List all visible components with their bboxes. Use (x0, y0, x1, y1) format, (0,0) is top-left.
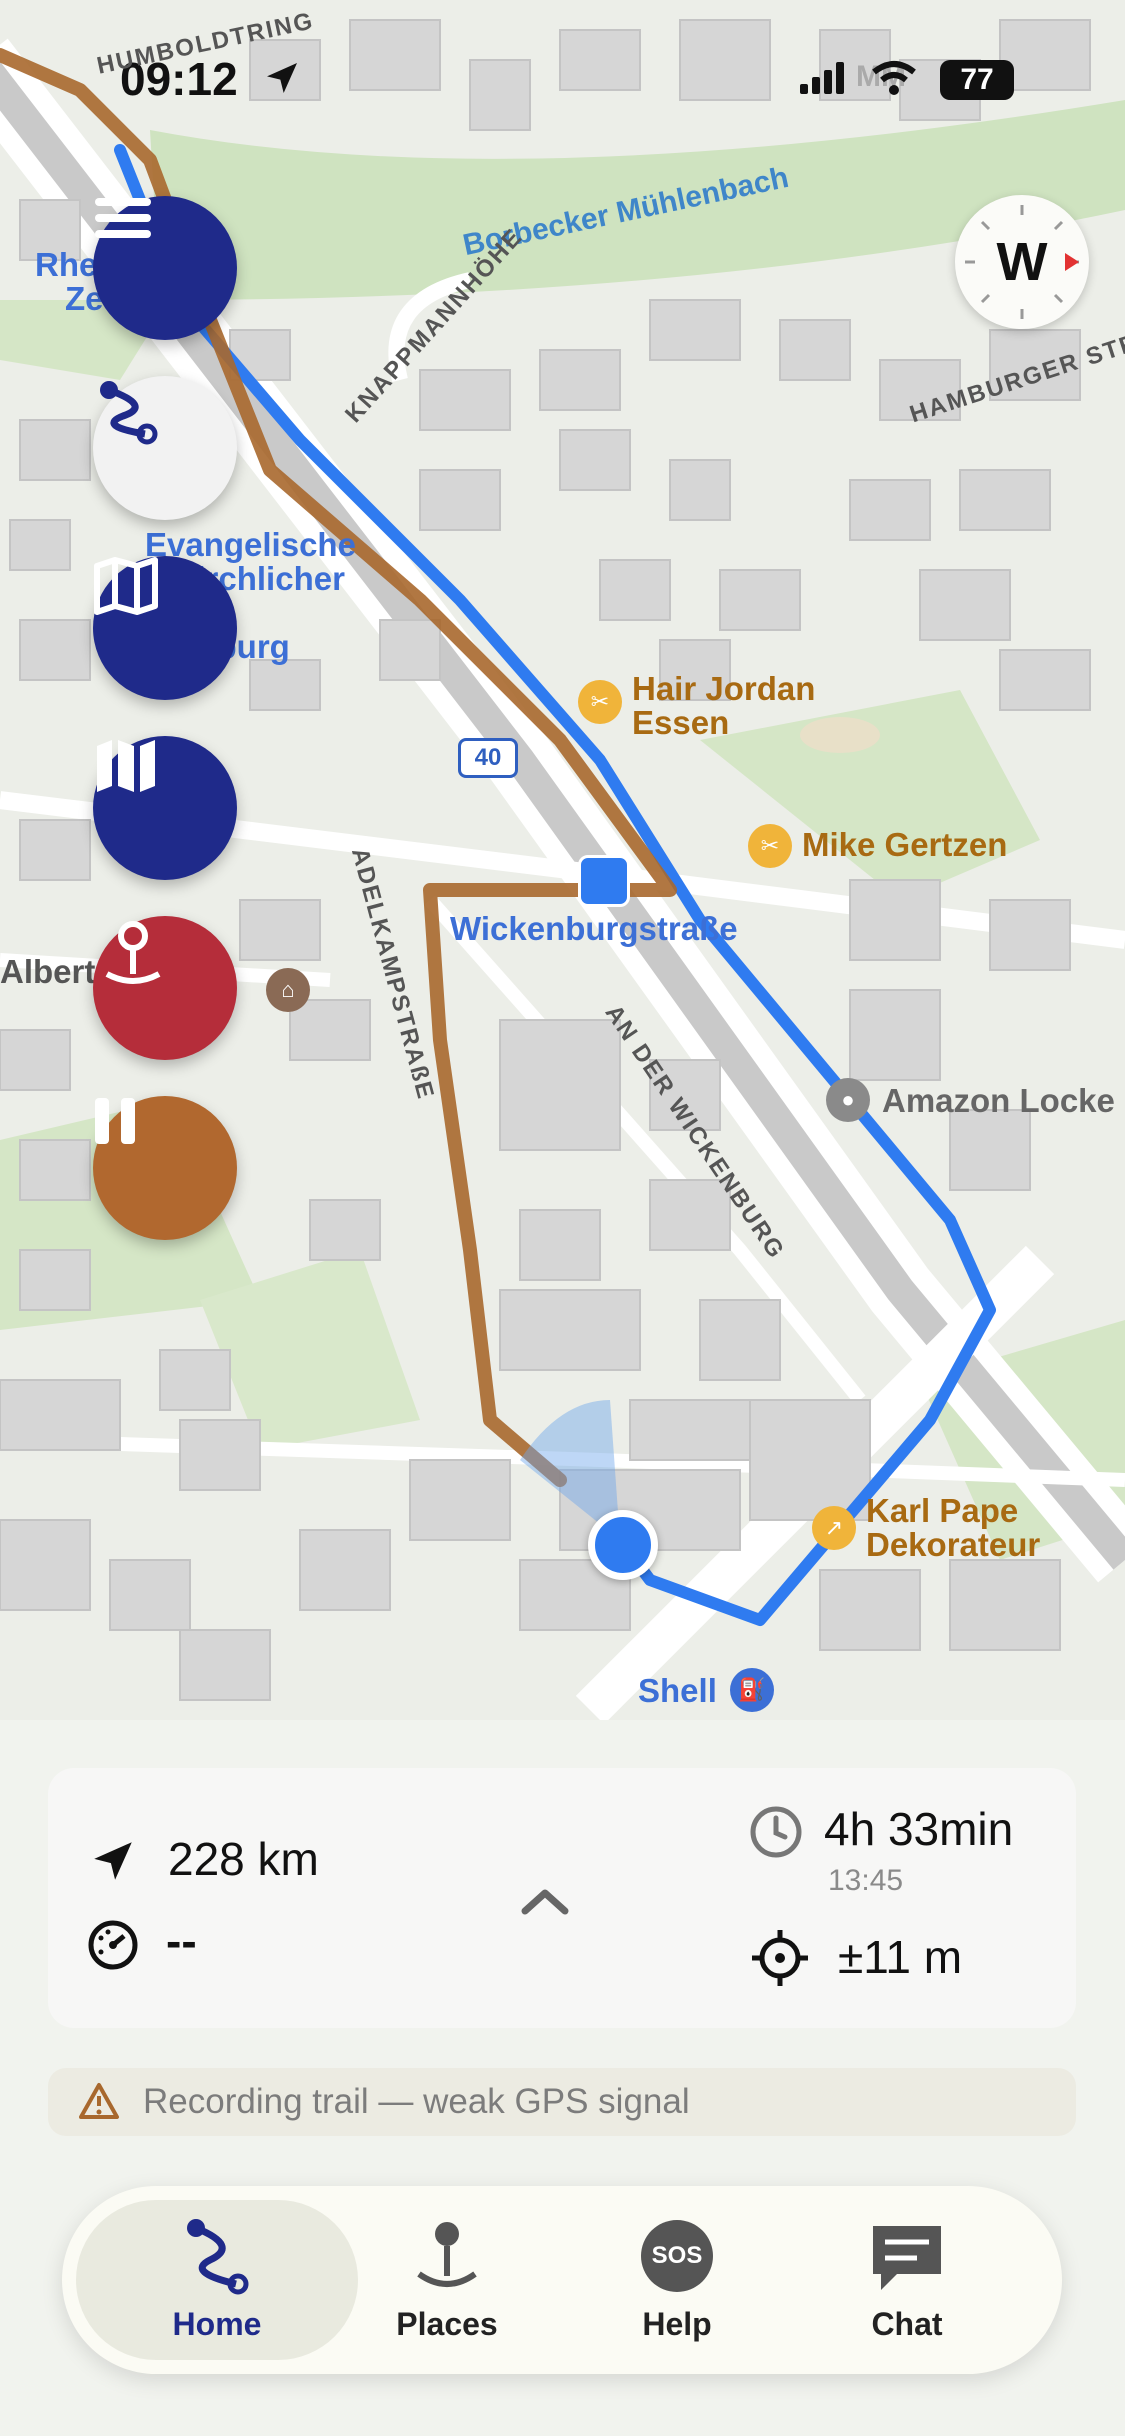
expand-chevron-icon[interactable] (520, 1886, 570, 1921)
sos-icon: SOS (641, 2220, 713, 2292)
pin-icon (407, 2216, 487, 2303)
menu-button[interactable] (93, 196, 237, 340)
poi-shell[interactable]: Shell (638, 1672, 717, 1710)
compass-letter: W (996, 232, 1048, 292)
tab-places-label: Places (396, 2306, 498, 2342)
pin-icon (105, 921, 161, 984)
speed-value: -- (166, 1915, 197, 1967)
pause-button[interactable] (93, 1096, 237, 1240)
poi-karl-pape[interactable]: Karl Pape Dekorateur (866, 1494, 1040, 1562)
duration-value: 4h 33min (824, 1803, 1014, 1855)
map-filled-icon (97, 740, 155, 792)
tab-chat-label: Chat (871, 2306, 943, 2342)
poi-hair-line1: Hair Jordan (632, 670, 816, 707)
poi-albert: Albert (0, 955, 95, 989)
map-filled-button[interactable] (93, 736, 237, 880)
poi-amazon-icon[interactable]: ● (826, 1078, 870, 1122)
gps-warning-banner: Recording trail — weak GPS signal (48, 2068, 1076, 2136)
tab-help[interactable]: SOS Help (562, 2186, 792, 2374)
trip-stats-card[interactable]: 228 km -- 4h 33min 13:45 ±11 m (48, 1768, 1076, 2028)
distance-icon (88, 1836, 138, 1891)
clock-icon (748, 1804, 804, 1865)
poi-hair-jordan[interactable]: Hair Jordan Essen (632, 672, 815, 740)
tab-home-label: Home (172, 2306, 262, 2342)
route-button[interactable] (93, 376, 237, 520)
station-icon[interactable] (578, 855, 630, 907)
tab-chat[interactable]: Chat (792, 2186, 1022, 2374)
poi-karl-line2: Dekorateur (866, 1526, 1041, 1563)
add-place-button[interactable] (93, 916, 237, 1060)
warning-text: Recording trail — weak GPS signal (143, 2082, 690, 2121)
warning-icon (78, 2082, 120, 2125)
route-icon (100, 381, 158, 445)
poi-hair-icon[interactable]: ✂ (578, 680, 622, 724)
distance-value: 228 km (168, 1833, 319, 1885)
poi-shell-icon[interactable]: ⛽ (730, 1668, 774, 1712)
compass-button[interactable]: W (955, 195, 1089, 329)
sos-badge-text: SOS (651, 2242, 703, 2269)
tab-help-label: Help (642, 2306, 712, 2342)
clock-time-value: 13:45 (828, 1864, 904, 1897)
pause-icon (95, 1098, 135, 1144)
station-label[interactable]: Wickenburgstraße (450, 910, 738, 948)
map-outline-icon (94, 557, 158, 615)
poi-rhe-line2: Ze (65, 280, 104, 317)
hamburger-icon (95, 198, 151, 238)
battery-indicator: 77 (940, 60, 1014, 100)
speedometer-icon (86, 1918, 140, 1977)
road-shield-40: 40 (458, 738, 518, 778)
gps-accuracy-icon (750, 1928, 810, 1993)
poi-hair-line2: Essen (632, 704, 730, 741)
poi-albert-icon[interactable]: ⌂ (266, 968, 310, 1012)
route-icon (182, 2216, 252, 2303)
poi-amazon-locker[interactable]: Amazon Locke (882, 1082, 1115, 1120)
road-shield-text: 40 (474, 744, 502, 771)
map-view[interactable]: 09:12 MM 77 HUMBOLDTRING Borbecker Mühle… (0, 0, 1125, 1720)
poi-mike-gertzen[interactable]: Mike Gertzen (802, 828, 1007, 862)
accuracy-value: ±11 m (838, 1931, 963, 1983)
poi-albert-line1: Albert (0, 953, 96, 990)
tab-places[interactable]: Places (332, 2186, 562, 2374)
poi-karl-line1: Karl Pape (866, 1492, 1019, 1529)
poi-mike-icon[interactable]: ✂ (748, 824, 792, 868)
chat-icon (867, 2220, 947, 2301)
tab-bar: Home Places SOS Help Chat (62, 2186, 1062, 2374)
user-location-dot (588, 1510, 658, 1580)
poi-karl-icon[interactable]: ↗ (812, 1506, 856, 1550)
battery-level: 77 (960, 63, 994, 96)
tab-home[interactable]: Home (102, 2186, 332, 2374)
map-outline-button[interactable] (93, 556, 237, 700)
